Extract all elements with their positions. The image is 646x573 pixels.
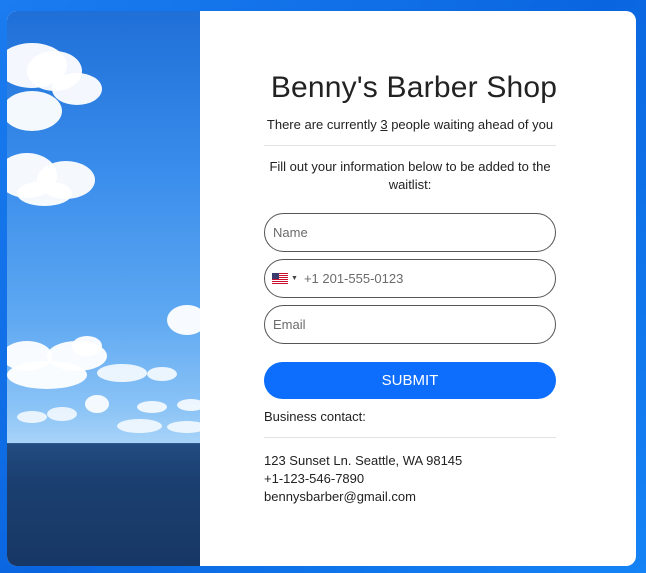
business-phone: +1-123-546-7890 — [264, 471, 365, 486]
phone-field[interactable]: ▼ — [264, 259, 556, 298]
name-field[interactable] — [264, 213, 556, 252]
email-input[interactable] — [265, 317, 555, 332]
ocean-sky-image — [7, 11, 200, 566]
queue-status: There are currently 3 people waiting ahe… — [264, 117, 556, 132]
country-selector[interactable]: ▼ — [265, 273, 300, 284]
name-input[interactable] — [265, 225, 555, 240]
business-address: 123 Sunset Ln. Seattle, WA 98145 — [264, 453, 463, 468]
divider — [264, 145, 556, 146]
divider — [264, 437, 556, 438]
queue-status-suffix: people waiting ahead of you — [387, 117, 554, 132]
form-panel: Benny's Barber Shop There are currently … — [200, 11, 636, 566]
business-contact-label: Business contact: — [264, 409, 366, 424]
chevron-down-icon: ▼ — [291, 275, 298, 282]
submit-button[interactable]: SUBMIT — [264, 362, 556, 399]
form-instructions: Fill out your information below to be ad… — [269, 159, 551, 192]
us-flag-icon — [272, 273, 288, 284]
business-contact-info: 123 Sunset Ln. Seattle, WA 98145 +1-123-… — [264, 452, 462, 506]
phone-input[interactable] — [299, 271, 555, 286]
queue-status-prefix: There are currently — [266, 117, 381, 132]
email-field[interactable] — [264, 305, 556, 344]
business-email: bennysbarber@gmail.com — [264, 489, 416, 504]
page-title: Benny's Barber Shop — [270, 71, 558, 104]
queue-count: 3 — [380, 117, 388, 132]
waitlist-card: Benny's Barber Shop There are currently … — [7, 11, 636, 566]
